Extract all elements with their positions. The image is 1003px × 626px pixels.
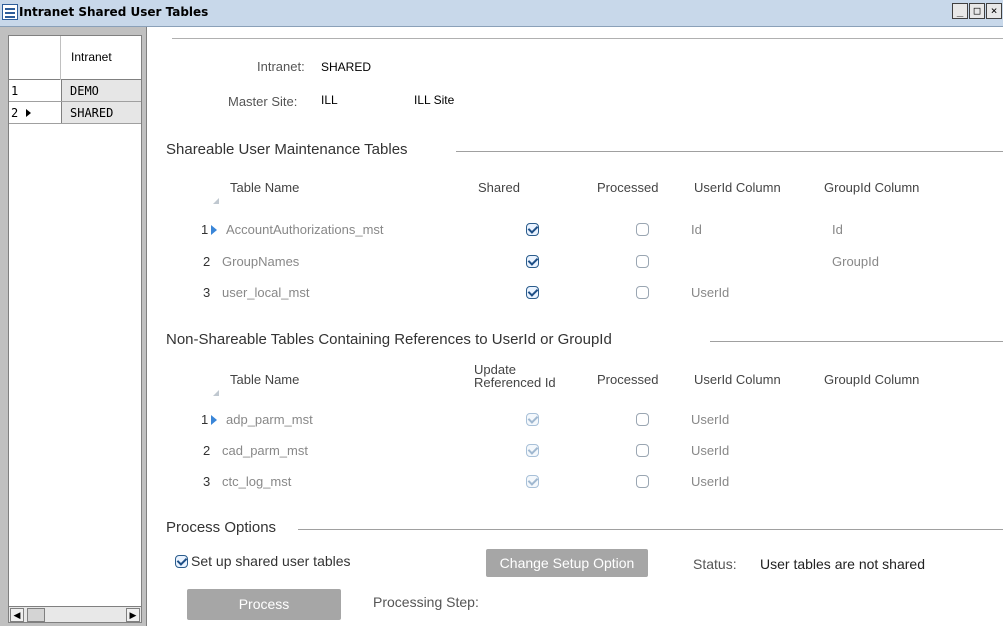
minimize-button[interactable]: _: [952, 3, 968, 19]
row-number: 2: [203, 254, 211, 269]
column-header-update-referenced-id[interactable]: Update Referenced Id: [474, 363, 574, 389]
row-number: 3: [203, 474, 211, 489]
master-site-code: ILL: [321, 93, 338, 107]
update-referenced-id-checkbox[interactable]: [526, 444, 539, 457]
intranet-grid-panel: Intranet 1 DEMO 2 SHARED ◀ ▶: [0, 27, 147, 626]
scroll-right-icon[interactable]: ▶: [126, 608, 140, 622]
nonshareable-section-title: Non-Shareable Tables Containing Referenc…: [166, 331, 618, 348]
current-row-indicator-icon: [26, 109, 32, 117]
grid-corner: [9, 36, 61, 80]
nonshareable-section-header: Non-Shareable Tables Containing Referenc…: [166, 331, 1003, 351]
processing-step-label: Processing Step:: [373, 594, 479, 610]
grid-row[interactable]: 1 DEMO: [9, 80, 141, 102]
processed-checkbox[interactable]: [636, 444, 649, 457]
column-header-userid-column[interactable]: UserId Column: [694, 180, 781, 195]
update-referenced-id-checkbox[interactable]: [526, 413, 539, 426]
processed-checkbox[interactable]: [636, 413, 649, 426]
intranet-cell[interactable]: SHARED: [61, 102, 141, 123]
row-number: 2: [9, 102, 61, 123]
processed-checkbox[interactable]: [636, 286, 649, 299]
processed-checkbox[interactable]: [636, 475, 649, 488]
status-value: User tables are not shared: [760, 556, 925, 572]
setup-shared-user-tables-checkbox[interactable]: [175, 555, 188, 568]
userid-column-cell[interactable]: UserId: [691, 474, 729, 489]
column-header-groupid-column[interactable]: GroupId Column: [824, 372, 919, 387]
scroll-left-icon[interactable]: ◀: [10, 608, 24, 622]
intranet-column-header[interactable]: Intranet: [61, 36, 141, 80]
section-divider: [298, 529, 1003, 530]
sort-indicator-icon: [213, 198, 219, 204]
grid-row[interactable]: 2 SHARED: [9, 102, 141, 124]
userid-column-cell[interactable]: UserId: [691, 412, 729, 427]
row-number: 1: [201, 412, 209, 427]
processed-checkbox[interactable]: [636, 255, 649, 268]
main-panel: Intranet: SHARED Master Site: ILL ILL Si…: [150, 27, 1003, 626]
sort-indicator-icon: [213, 390, 219, 396]
column-header-shared[interactable]: Shared: [478, 180, 520, 195]
row-number: 1: [11, 84, 19, 98]
grid-header: Intranet: [9, 36, 141, 80]
process-options-title: Process Options: [166, 519, 283, 536]
column-header-processed[interactable]: Processed: [597, 180, 658, 195]
userid-column-cell[interactable]: UserId: [691, 285, 729, 300]
change-setup-option-button[interactable]: Change Setup Option: [486, 549, 648, 577]
row-number: 1: [201, 222, 209, 237]
column-header-table-name[interactable]: Table Name: [230, 180, 299, 195]
row-number-text: 2: [11, 106, 19, 120]
section-divider: [456, 151, 1003, 152]
section-divider: [710, 341, 1003, 342]
column-header-groupid-column[interactable]: GroupId Column: [824, 180, 919, 195]
form-icon: [2, 4, 18, 20]
shareable-section-title: Shareable User Maintenance Tables: [166, 141, 414, 158]
master-site-label: Master Site:: [228, 94, 298, 109]
table-name-cell[interactable]: user_local_mst: [222, 285, 309, 300]
update-referenced-id-checkbox[interactable]: [526, 475, 539, 488]
groupid-column-cell[interactable]: Id: [832, 222, 843, 237]
current-row-indicator-icon: [211, 415, 217, 425]
title-bar: Intranet Shared User Tables _ □ ×: [0, 0, 1003, 27]
shared-checkbox[interactable]: [526, 223, 539, 236]
userid-column-cell[interactable]: Id: [691, 222, 702, 237]
column-header-table-name[interactable]: Table Name: [230, 372, 299, 387]
table-name-cell[interactable]: ctc_log_mst: [222, 474, 291, 489]
horizontal-scrollbar[interactable]: ◀ ▶: [9, 606, 141, 622]
intranet-label: Intranet:: [257, 59, 305, 74]
row-number: 2: [203, 443, 211, 458]
status-label: Status:: [693, 556, 737, 572]
table-name-cell[interactable]: cad_parm_mst: [222, 443, 308, 458]
table-name-cell[interactable]: GroupNames: [222, 254, 299, 269]
row-number: 3: [203, 285, 211, 300]
column-header-userid-column[interactable]: UserId Column: [694, 372, 781, 387]
master-site-name: ILL Site: [414, 93, 455, 107]
processed-checkbox[interactable]: [636, 223, 649, 236]
groupid-column-cell[interactable]: GroupId: [832, 254, 879, 269]
userid-column-cell[interactable]: UserId: [691, 443, 729, 458]
shareable-section-header: Shareable User Maintenance Tables: [166, 141, 1003, 161]
close-button[interactable]: ×: [986, 3, 1002, 19]
window-controls: _ □ ×: [952, 3, 1003, 19]
window-title: Intranet Shared User Tables: [19, 5, 209, 19]
process-options-section-header: Process Options: [166, 519, 1003, 539]
table-name-cell[interactable]: adp_parm_mst: [226, 412, 313, 427]
intranet-shared-user-tables-window: Intranet Shared User Tables _ □ × Intran…: [0, 0, 1003, 626]
intranet-value: SHARED: [321, 60, 372, 74]
intranet-cell[interactable]: DEMO: [61, 80, 141, 101]
shared-checkbox[interactable]: [526, 286, 539, 299]
current-row-indicator-icon: [211, 225, 217, 235]
table-name-cell[interactable]: AccountAuthorizations_mst: [226, 222, 384, 237]
process-button[interactable]: Process: [187, 589, 341, 620]
intranet-grid: Intranet 1 DEMO 2 SHARED ◀ ▶: [8, 35, 142, 623]
scroll-thumb[interactable]: [27, 608, 45, 622]
column-header-processed[interactable]: Processed: [597, 372, 658, 387]
setup-shared-user-tables-label[interactable]: Set up shared user tables: [191, 553, 351, 569]
maximize-button[interactable]: □: [969, 3, 985, 19]
shared-checkbox[interactable]: [526, 255, 539, 268]
top-divider: [172, 38, 1003, 39]
